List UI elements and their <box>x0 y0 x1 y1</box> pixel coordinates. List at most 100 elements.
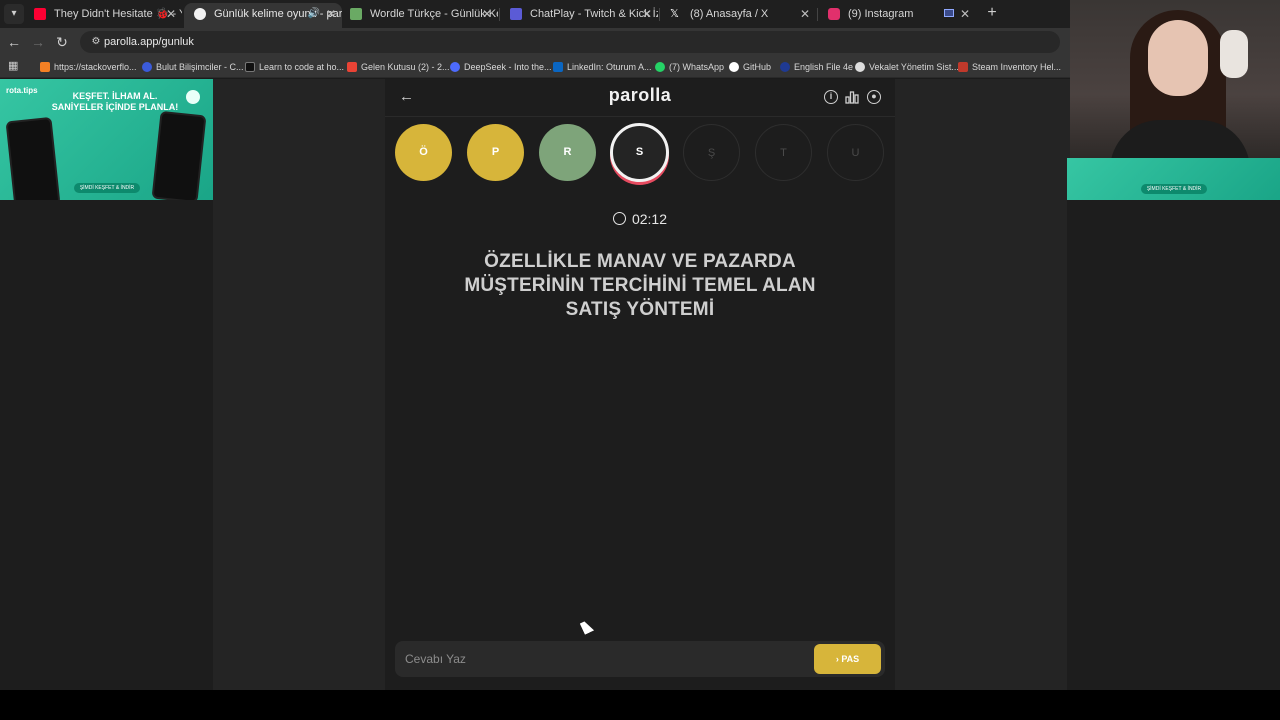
browser-toolbar: ← → ↻ ⚙ parolla.app/gunluk <box>0 28 1070 56</box>
site-info-icon[interactable]: ⚙ <box>88 34 104 50</box>
ad-banner-left[interactable]: rota.tips KEŞFET. İLHAM AL. SANİYELER İÇ… <box>0 79 213 200</box>
tab-label: ChatPlay - Twitch & Kick İzleyici <box>530 8 658 20</box>
question-text: ÖZELLİKLE MANAV VE PAZARDA MÜŞTERİNİN TE… <box>464 251 816 320</box>
tab-chatplay[interactable]: ChatPlay - Twitch & Kick İzleyici ✕ <box>500 3 658 28</box>
bookmark-english-file[interactable]: English File 4e <box>780 59 853 75</box>
freecodecamp-icon <box>245 62 255 72</box>
right-panel <box>1067 200 1280 690</box>
tab-parolla[interactable]: Günlük kelime oyunu - parolla 🔊 ✕ <box>184 3 342 28</box>
wordle-icon <box>350 8 362 20</box>
streamer-face <box>1148 20 1208 96</box>
right-gutter <box>895 79 1070 690</box>
letter-circle: U <box>827 124 884 181</box>
steam-inventory-icon <box>958 62 968 72</box>
bookmark-github[interactable]: GitHub <box>729 59 771 75</box>
close-icon[interactable]: ✕ <box>482 3 492 25</box>
bulut-icon <box>142 62 152 72</box>
phone-mockup <box>151 110 207 200</box>
phone-mockup <box>5 116 61 200</box>
answer-bar: › PAS <box>395 641 885 677</box>
apps-grid-icon[interactable]: ▦ <box>8 60 20 72</box>
back-button[interactable]: ← <box>4 32 24 52</box>
bookmark-whatsapp[interactable]: (7) WhatsApp <box>655 59 724 75</box>
bookmark-deepseek[interactable]: DeepSeek - Into the... <box>450 59 552 75</box>
bookmark-steam[interactable]: Steam Inventory Hel... <box>958 59 1061 75</box>
bookmark-label: Steam Inventory Hel... <box>972 62 1062 72</box>
close-icon[interactable]: ✕ <box>960 3 970 25</box>
bookmark-label: Gelen Kutusu (2) - 2... <box>361 62 450 72</box>
close-icon[interactable]: ✕ <box>800 3 810 25</box>
tab-wordle[interactable]: Wordle Türkçe - Günlük Kelime ✕ <box>340 3 498 28</box>
instagram-icon <box>828 8 840 20</box>
reload-button[interactable]: ↻ <box>52 32 72 52</box>
speaker-icon[interactable]: 🔊 <box>308 3 320 25</box>
letter-circle-current: S <box>610 123 669 182</box>
close-icon[interactable]: ✕ <box>642 3 652 25</box>
bookmark-label: (7) WhatsApp <box>669 62 725 72</box>
pass-label: PAS <box>841 654 860 664</box>
bookmark-stackoverflow[interactable]: https://stackoverflo... <box>40 59 137 75</box>
headset-icon <box>1220 30 1248 78</box>
answer-input[interactable] <box>405 641 805 677</box>
bookmark-label: Learn to code at ho... <box>259 62 345 72</box>
address-text[interactable]: parolla.app/gunluk <box>104 31 194 53</box>
bookmark-learn-to-code[interactable]: Learn to code at ho... <box>245 59 344 75</box>
ad-banner-right[interactable]: ŞİMDİ KEŞFET & İNDİR <box>1067 158 1280 200</box>
letter-circle: T <box>755 124 812 181</box>
bookmark-bulut[interactable]: Bulut Bilişimciler - C... <box>142 59 244 75</box>
left-gutter <box>213 79 385 690</box>
close-icon[interactable]: ✕ <box>326 3 336 25</box>
ad-headline: KEŞFET. İLHAM AL. SANİYELER İÇİNDE PLANL… <box>40 91 190 113</box>
ad-logo: rota.tips <box>6 86 38 95</box>
letter-circle: P <box>467 124 524 181</box>
whatsapp-icon <box>655 62 665 72</box>
chatplay-icon <box>510 8 522 20</box>
new-tab-button[interactable]: + <box>982 4 1002 24</box>
stats-icon[interactable] <box>845 90 859 104</box>
tab-x[interactable]: 𝕏 (8) Anasayfa / X ✕ <box>660 3 816 28</box>
close-icon[interactable]: ✕ <box>166 3 176 25</box>
bookmark-label: GitHub <box>743 62 772 72</box>
ad-badge-icon <box>186 90 200 104</box>
ad-cta-button[interactable]: ŞİMDİ KEŞFET & İNDİR <box>74 183 140 193</box>
pass-button[interactable]: › PAS <box>814 644 881 674</box>
ad-headline-line: KEŞFET. İLHAM AL. <box>72 91 158 101</box>
info-icon[interactable]: i <box>824 90 838 104</box>
bookmark-linkedin[interactable]: LinkedIn: Oturum A... <box>553 59 652 75</box>
timer: 02:12 <box>385 211 895 227</box>
bookmark-label: Bulut Bilişimciler - C... <box>156 62 244 72</box>
linkedin-icon <box>553 62 563 72</box>
user-icon[interactable]: ● <box>867 90 881 104</box>
brand-logo: parolla <box>608 85 672 105</box>
page-viewport: rota.tips KEŞFET. İLHAM AL. SANİYELER İÇ… <box>0 79 1070 690</box>
github-icon <box>729 62 739 72</box>
bottom-bar <box>0 690 1280 720</box>
x-icon: 𝕏 <box>670 8 679 20</box>
parolla-icon <box>194 8 206 20</box>
letter-circle: Ö <box>395 124 452 181</box>
stackoverflow-icon <box>40 62 50 72</box>
forward-button[interactable]: → <box>28 32 48 52</box>
bookmark-label: DeepSeek - Into the... <box>464 62 552 72</box>
tab-instagram[interactable]: (9) Instagram ✕ <box>818 3 976 28</box>
tab-label: Wordle Türkçe - Günlük Kelime <box>370 8 498 20</box>
tab-label: They Didn't Hesitate 🐞 - YouTube <box>54 8 182 20</box>
tab-search-icon[interactable]: ▾ <box>4 4 24 24</box>
deepseek-icon <box>450 62 460 72</box>
letter-circle: Ş <box>683 124 740 181</box>
bookmark-gmail[interactable]: Gelen Kutusu (2) - 2... <box>347 59 450 75</box>
ad-cta-button[interactable]: ŞİMDİ KEŞFET & İNDİR <box>1141 184 1207 194</box>
timer-value: 02:12 <box>631 211 668 227</box>
bookmark-vekalet[interactable]: Vekalet Yönetim Sist... <box>855 59 959 75</box>
gmail-icon <box>347 62 357 72</box>
picture-in-picture-icon[interactable] <box>944 9 954 17</box>
address-bar[interactable]: ⚙ parolla.app/gunluk <box>80 31 1060 53</box>
tab-youtube[interactable]: They Didn't Hesitate 🐞 - YouTube ✕ <box>24 3 182 28</box>
parolla-app: ← parolla i ● Ö P R S Ş T U 02:12 ÖZELLİ… <box>385 79 895 690</box>
bookmark-label: https://stackoverflo... <box>54 62 137 72</box>
bookmark-label: English File 4e <box>794 62 854 72</box>
webcam-overlay <box>1070 0 1280 158</box>
letter-progress: Ö P R S Ş T U <box>385 123 895 186</box>
letter-circle: R <box>539 124 596 181</box>
youtube-icon <box>34 8 46 20</box>
